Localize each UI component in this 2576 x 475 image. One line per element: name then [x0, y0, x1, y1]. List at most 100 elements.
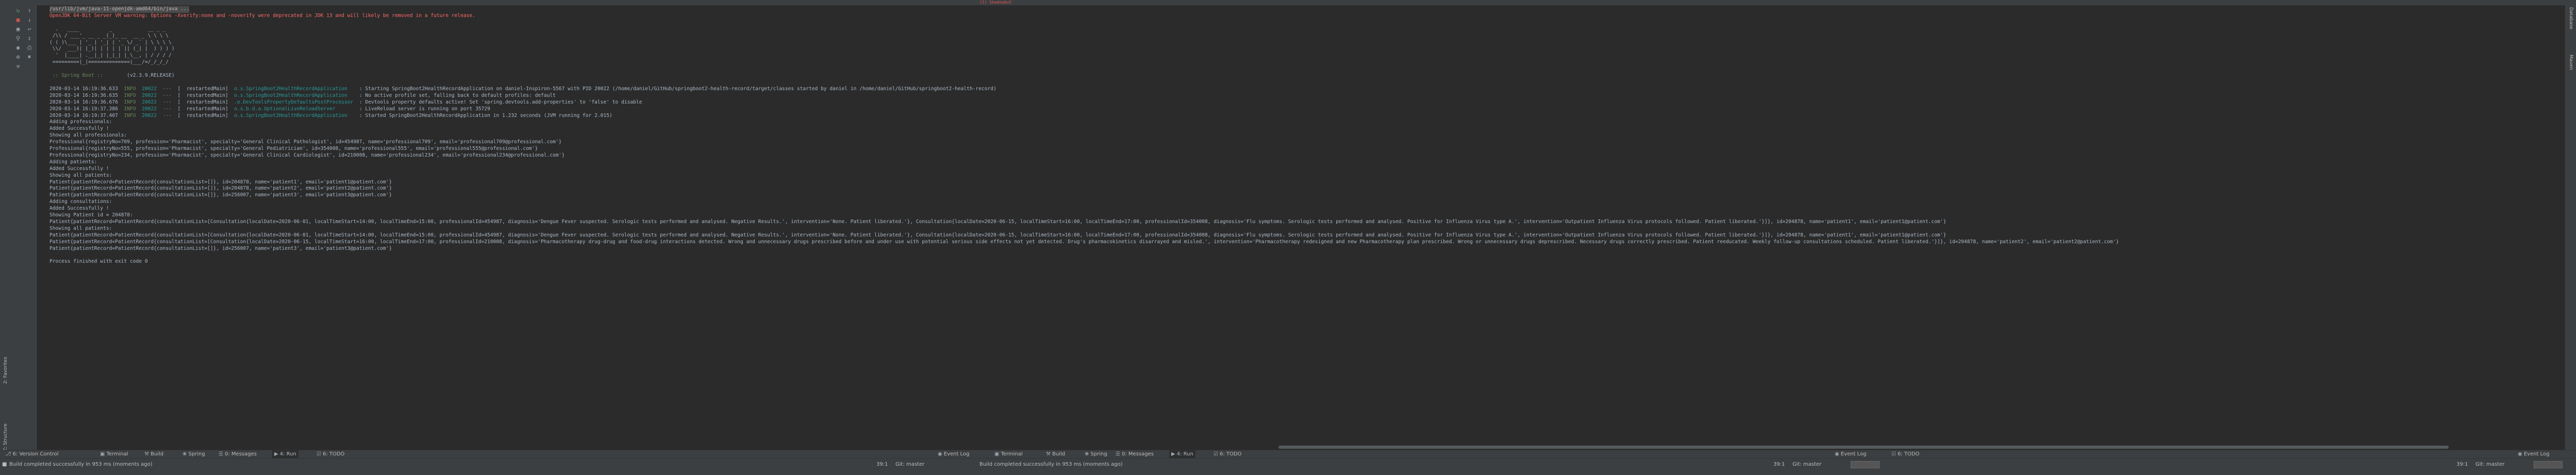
output-line: Patient{patientRecord=PatientRecord{cons…	[49, 192, 392, 198]
database-tab[interactable]: Database	[2568, 7, 2573, 29]
banner-line: /\\ / ___'_ __ _ _(_)_ __ __ _ \ \ \ \	[49, 32, 169, 39]
scroll-to-end-icon[interactable]: ↧	[26, 35, 33, 42]
git-branch-secondary[interactable]: Git: master	[1792, 461, 1821, 468]
log-line: 2020-03-14 16:19:36.633 INFO 20022 --- […	[49, 86, 996, 92]
tool-window-label: Spring	[1090, 451, 1107, 457]
output-line: Adding consultations:	[49, 199, 112, 205]
cursor-position-tertiary[interactable]: 39:1	[2456, 461, 2468, 468]
build-icon: ⚒	[144, 451, 149, 457]
run-console[interactable]: /usr/lib/jvm/java-11-openjdk-amd64/bin/j…	[37, 5, 2563, 446]
spring-label: :: Spring Boot ::	[49, 73, 106, 79]
stop-icon[interactable]: ■	[14, 16, 22, 24]
log-message: : Started SpringBoot2HealthRecordApplica…	[359, 112, 612, 118]
tool-window-build[interactable]: ⚒ Build	[1044, 450, 1067, 458]
log-level: INFO	[124, 112, 136, 118]
messages-icon: ☰	[219, 451, 223, 457]
tool-window-build[interactable]: ⚒ Build	[142, 450, 165, 458]
tool-window-label: 0: Messages	[1121, 451, 1154, 457]
spring-icon: ❀	[182, 451, 187, 457]
log-timestamp: 2020-03-14 16:19:37.407	[49, 112, 118, 118]
banner-line: \\/ ___)| |_)| | | | | || (_| | ) ) ) )	[49, 46, 175, 52]
tool-window-run[interactable]: ▶ 4: Run	[272, 450, 298, 458]
log-pid: 20022	[142, 92, 157, 98]
git-branch-tertiary[interactable]: Git: master	[2475, 461, 2504, 468]
restore-layout-icon[interactable]: ▣	[14, 26, 22, 33]
cursor-position[interactable]: 39:1	[876, 461, 888, 468]
down-arrow-icon[interactable]: ↓	[26, 16, 33, 24]
horizontal-scrollbar[interactable]	[1278, 446, 2449, 449]
tool-window-todo[interactable]: ☑ 6: TODO	[314, 450, 346, 458]
output-line: Adding professionals:	[49, 119, 112, 125]
log-logger: o.s.SpringBoot2HealthRecordApplication	[234, 86, 354, 92]
soft-wrap-icon[interactable]: ↩	[26, 26, 33, 33]
memory-indicator-secondary[interactable]	[2534, 461, 2563, 468]
tool-window-terminal[interactable]: ▣ Terminal	[992, 450, 1025, 458]
output-line: Professional{registryNo=234, profession=…	[49, 152, 565, 158]
tool-window-label: 6: Version Control	[12, 451, 59, 457]
tool-window-messages[interactable]: ☰ 0: Messages	[217, 450, 259, 458]
print-icon[interactable]: ⎙	[26, 44, 33, 52]
tool-window-event-log[interactable]: ◉ Event Log	[2516, 450, 2551, 458]
camera-icon[interactable]: ◉	[14, 44, 22, 52]
output-line: Adding patients:	[49, 159, 97, 165]
output-line: Added Successfully !	[49, 126, 109, 132]
maven-tab[interactable]: Maven	[2568, 55, 2573, 70]
tool-window-label: Event Log	[943, 451, 970, 457]
tool-window-todo[interactable]: ☑ 6: TODO	[1211, 450, 1243, 458]
tool-window-event-log[interactable]: ◉ Event Log	[936, 450, 971, 458]
log-logger: .e.DevToolsPropertyDefaultsPostProcessor	[234, 99, 354, 105]
favorites-tab[interactable]: 2: Favorites	[3, 357, 8, 384]
banner-line: ' |____| .__|_| |_|_| |_\__, | / / / /	[49, 53, 172, 59]
tool-window-messages[interactable]: ☰ 0: Messages	[1114, 450, 1156, 458]
log-logger: o.s.SpringBoot2HealthRecordApplication	[234, 92, 354, 98]
event-log-icon: ◉	[2518, 451, 2522, 457]
log-lines: 2020-03-14 16:19:36.633 INFO 20022 --- […	[49, 86, 996, 118]
log-line: 2020-03-14 16:19:36.635 INFO 20022 --- […	[49, 93, 556, 98]
wrench-icon[interactable]: ⚒	[14, 63, 22, 70]
console-command-line: /usr/lib/jvm/java-11-openjdk-amd64/bin/j…	[49, 6, 190, 13]
output-line: Added Successfully !	[49, 206, 109, 212]
log-pid: 20022	[142, 106, 157, 112]
output-lines: Adding professionals: Added Successfully…	[49, 119, 2119, 264]
output-line: Patient{patientRecord=PatientRecord{cons…	[49, 245, 392, 251]
tool-window-todo[interactable]: ☑ 6: TODO	[1889, 450, 1921, 458]
memory-indicator[interactable]	[1851, 461, 1880, 468]
status-message-secondary[interactable]: Build completed successfully in 953 ms (…	[979, 461, 1123, 468]
rerun-icon[interactable]: ↻	[14, 7, 22, 14]
run-icon: ▶	[274, 451, 278, 457]
log-level: INFO	[124, 86, 136, 92]
output-line: Showing all patients:	[49, 225, 112, 231]
status-message[interactable]: Build completed successfully in 953 ms (…	[9, 461, 153, 468]
tool-window-terminal[interactable]: ▣ Terminal	[98, 450, 130, 458]
log-thread: [ restartedMain]	[177, 112, 228, 118]
log-separator: ---	[162, 106, 172, 112]
log-timestamp: 2020-03-14 16:19:36.635	[49, 92, 118, 98]
git-branch[interactable]: Git: master	[895, 461, 924, 468]
log-line: 2020-03-14 16:19:37.407 INFO 20022 --- […	[49, 113, 612, 118]
build-icon: ⚒	[1046, 451, 1051, 457]
log-thread: [ restartedMain]	[177, 99, 228, 105]
log-message: : LiveReload server is running on port 3…	[359, 106, 490, 112]
tool-window-spring[interactable]: ❀ Spring	[180, 450, 207, 458]
log-logger: o.s.b.d.a.OptionalLiveReloadServer	[234, 106, 354, 112]
tool-window-spring[interactable]: ❀ Spring	[1083, 450, 1109, 458]
tool-window-label: Build	[150, 451, 164, 457]
up-arrow-icon[interactable]: ↑	[26, 7, 33, 14]
event-log-icon: ◉	[938, 451, 942, 457]
tool-window-version-control[interactable]: ⎇ 6: Version Control	[3, 450, 61, 458]
output-line: Patient{patientRecord=PatientRecord{cons…	[49, 185, 392, 192]
tool-window-event-log[interactable]: ◉ Event Log	[1833, 450, 1868, 458]
right-tool-strip: Database Maven	[2565, 5, 2576, 457]
trash-icon[interactable]: ✖	[26, 54, 33, 61]
structure-tab[interactable]: Z: Structure	[3, 423, 8, 451]
tool-window-run[interactable]: ▶ 4: Run	[1169, 450, 1195, 458]
version-control-icon: ⎇	[5, 451, 11, 457]
pin-icon[interactable]: ⚲	[14, 35, 22, 42]
output-line: Process finished with exit code 0	[49, 259, 148, 265]
tool-window-label: 4: Run	[1176, 451, 1193, 457]
cursor-position-secondary[interactable]: 39:1	[1773, 461, 1785, 468]
log-level: INFO	[124, 106, 136, 112]
output-line: Showing all professionals:	[49, 132, 127, 139]
settings-icon[interactable]: ⚙	[14, 54, 22, 61]
spring-icon: ❀	[1085, 451, 1089, 457]
